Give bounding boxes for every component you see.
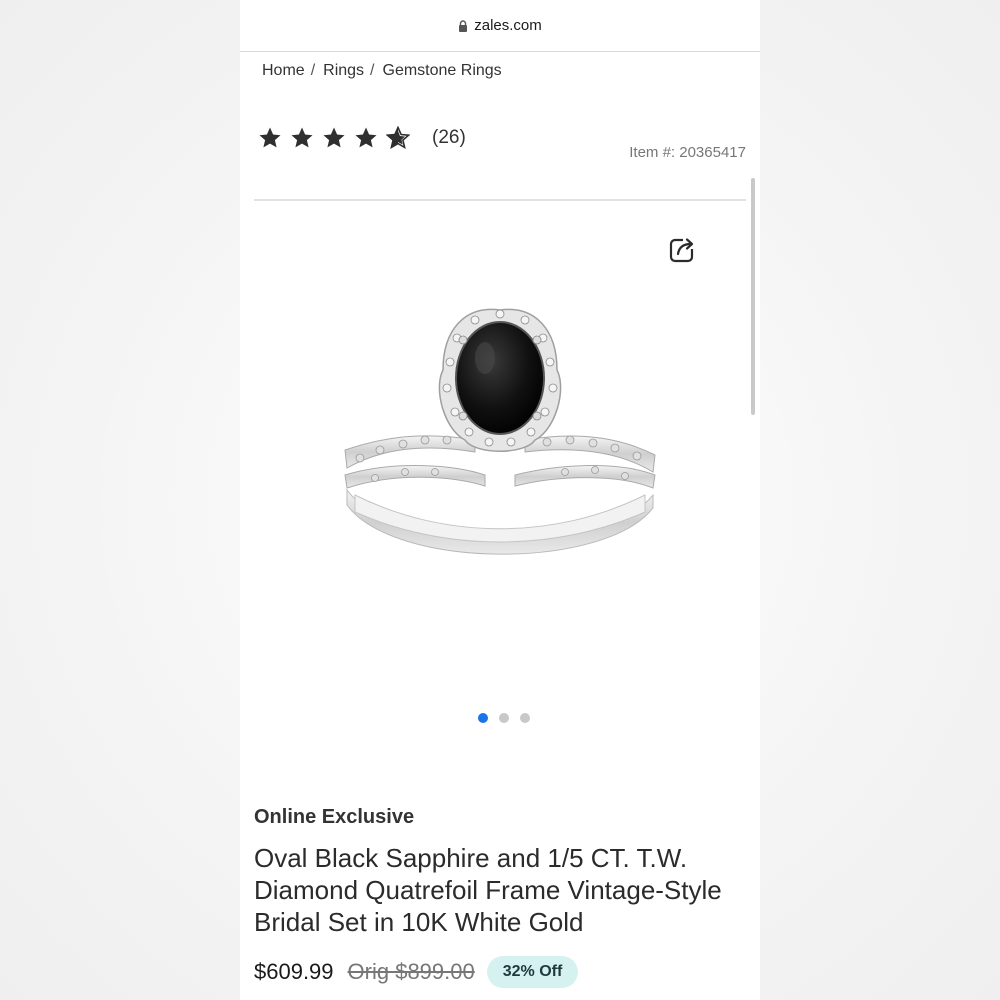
half-star-icon xyxy=(386,126,410,150)
review-count[interactable]: (26) xyxy=(432,127,466,149)
carousel-dot[interactable] xyxy=(520,713,530,723)
carousel-dot[interactable] xyxy=(478,713,488,723)
address-bar[interactable]: zales.com xyxy=(240,0,760,52)
scrollbar[interactable] xyxy=(751,178,755,415)
star-icon xyxy=(323,127,345,148)
product-title: Oval Black Sapphire and 1/5 CT. T.W. Dia… xyxy=(254,843,722,937)
item-number: Item #: 20365417 xyxy=(629,144,746,161)
discount-badge: 32% Off xyxy=(486,956,579,988)
star-rating[interactable]: (26) xyxy=(258,126,466,150)
ring-product-image[interactable] xyxy=(335,290,665,565)
carousel-dot[interactable] xyxy=(499,713,509,723)
star-icon xyxy=(355,127,377,148)
star-icon xyxy=(259,127,281,148)
site-domain: zales.com xyxy=(474,17,542,34)
divider xyxy=(254,199,746,201)
sale-price: $609.99 xyxy=(254,959,334,984)
product-label: Online Exclusive xyxy=(254,806,415,828)
breadcrumb-gemstone-rings[interactable]: Gemstone Rings xyxy=(383,62,502,80)
price-row: $609.99 Orig $899.00 32% Off xyxy=(254,956,579,988)
original-price: Orig $899.00 xyxy=(347,959,475,984)
star-icon xyxy=(291,127,313,148)
breadcrumb-home[interactable]: Home xyxy=(262,62,305,80)
image-carousel-indicator xyxy=(478,713,541,723)
breadcrumb: Home / Rings / Gemstone Rings xyxy=(262,60,502,82)
breadcrumb-rings[interactable]: Rings xyxy=(323,62,364,80)
share-icon[interactable] xyxy=(668,234,698,264)
mobile-browser-viewport: zales.com Home / Rings / Gemstone Rings … xyxy=(240,0,760,1000)
breadcrumb-separator: / xyxy=(310,62,316,79)
breadcrumb-separator: / xyxy=(370,62,375,79)
lock-icon xyxy=(459,19,468,32)
